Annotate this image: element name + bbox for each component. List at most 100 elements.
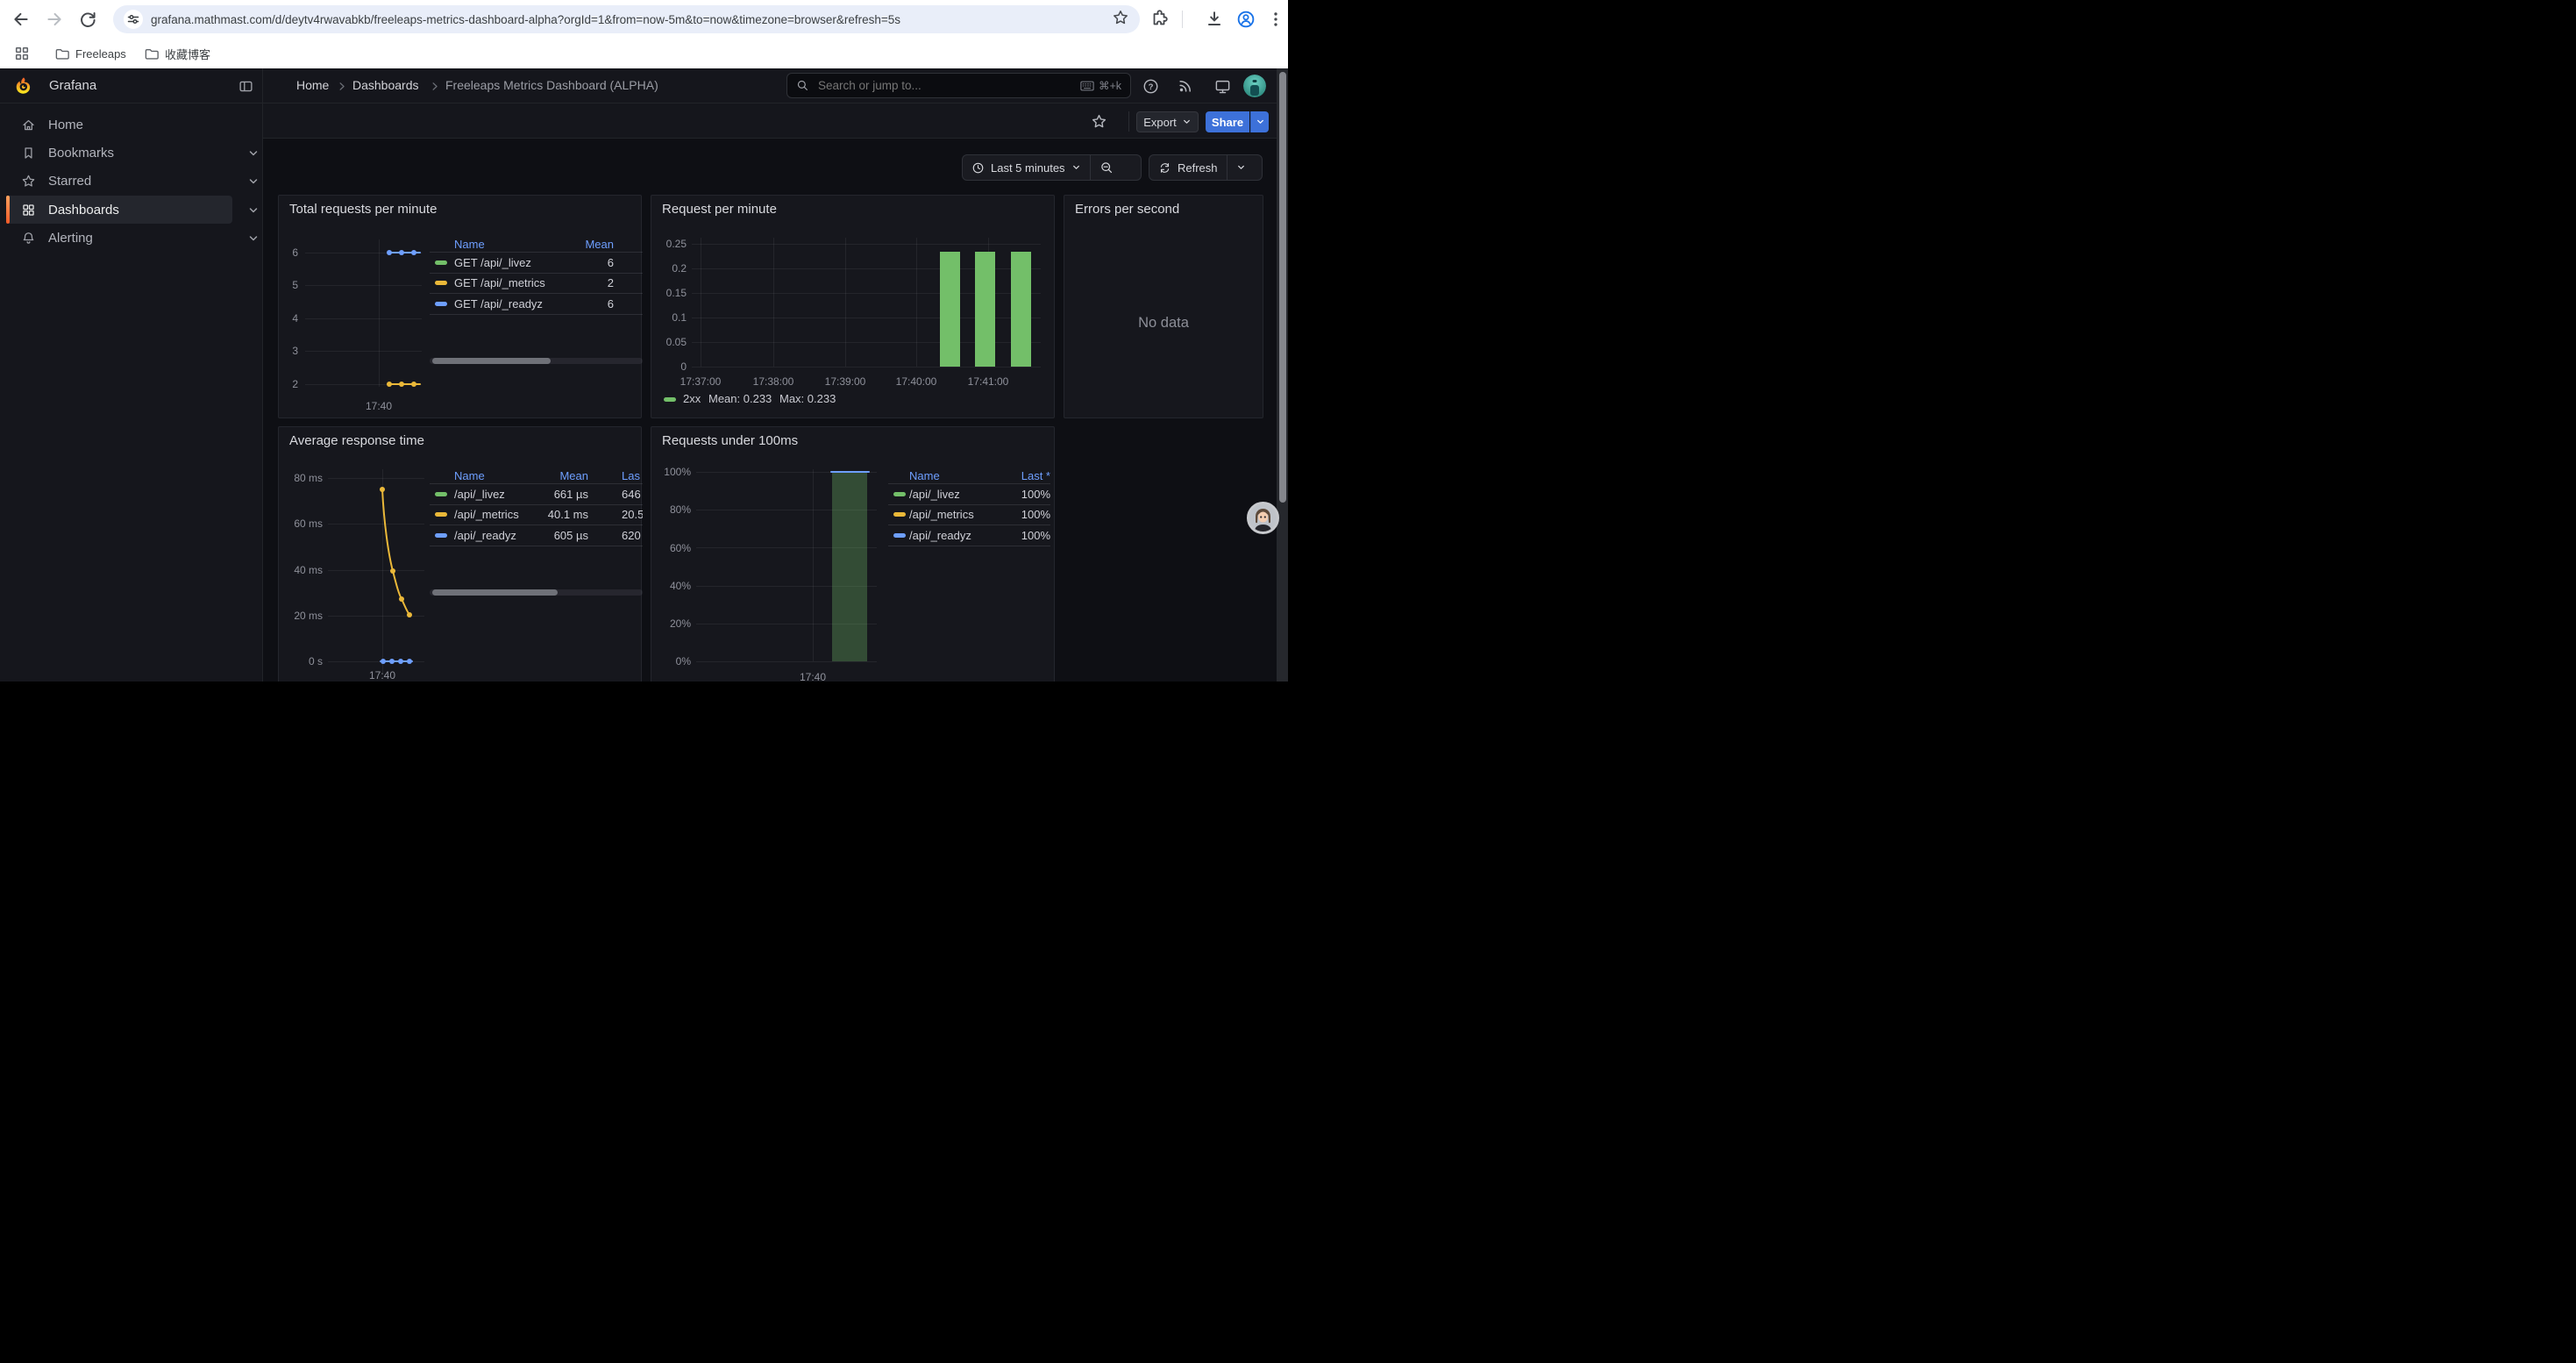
data-point	[407, 659, 412, 664]
bookmark-star-button[interactable]	[1112, 9, 1129, 31]
help-button[interactable]: ?	[1140, 75, 1161, 96]
sidebar-item-starred[interactable]: Starred	[6, 167, 232, 195]
series-color-pill	[664, 397, 676, 402]
legend-series-name[interactable]: /api/_readyz	[454, 529, 533, 542]
news-rss-button[interactable]	[1175, 75, 1196, 96]
legend-header-last[interactable]: Last *	[1001, 469, 1050, 482]
legend-scrollbar-thumb[interactable]	[432, 358, 551, 364]
data-point	[387, 250, 392, 255]
extensions-button[interactable]	[1149, 10, 1169, 29]
floating-assistant-avatar[interactable]	[1247, 502, 1279, 534]
panel-title[interactable]: Errors per second	[1075, 202, 1179, 217]
refresh-button[interactable]: Refresh	[1149, 155, 1227, 180]
user-avatar-image	[1243, 75, 1266, 97]
refresh-interval-button[interactable]	[1227, 155, 1255, 180]
downloads-button[interactable]	[1205, 10, 1224, 29]
y-tick: 5	[279, 279, 298, 291]
legend-series-name[interactable]: /api/_metrics	[454, 508, 533, 521]
back-icon	[11, 10, 31, 29]
sidebar-item-home[interactable]: Home	[6, 111, 232, 139]
share-menu-button[interactable]	[1250, 111, 1269, 132]
legend-table: Name Mean GET /api/_livez 6 GET /api/_me…	[430, 236, 643, 315]
sidebar-item-label: Dashboards	[48, 203, 119, 218]
chevron-down-icon[interactable]	[248, 234, 259, 243]
reload-button[interactable]	[78, 10, 97, 29]
display-mode-button[interactable]	[1212, 75, 1233, 96]
user-avatar[interactable]	[1243, 75, 1266, 97]
panel-requests-under-100ms: Requests under 100ms 100% 80% 60% 40% 20…	[651, 426, 1055, 682]
chevron-down-icon[interactable]	[248, 206, 259, 215]
legend-series-name[interactable]: 2xx	[683, 392, 701, 405]
breadcrumb-dashboards[interactable]: Dashboards	[352, 78, 419, 92]
zoom-out-button[interactable]	[1090, 155, 1122, 180]
series-color-pill	[893, 492, 906, 496]
search-box[interactable]: ⌘+k	[786, 73, 1131, 98]
y-tick: 0.15	[651, 287, 687, 299]
time-range-picker[interactable]: Last 5 minutes	[963, 155, 1090, 180]
sidebar-item-bookmarks[interactable]: Bookmarks	[6, 139, 232, 167]
legend-series-name[interactable]: /api/_readyz	[909, 529, 1001, 542]
gridline	[845, 238, 846, 367]
bookmark-folder-blogs[interactable]: 收藏博客	[139, 42, 216, 65]
legend-scrollbar-thumb[interactable]	[432, 589, 558, 596]
bookmark-icon	[21, 146, 36, 161]
chevron-down-icon	[1182, 118, 1192, 125]
star-icon	[1112, 9, 1129, 26]
data-point	[411, 382, 416, 387]
sidebar-item-label: Bookmarks	[48, 146, 114, 161]
forward-button[interactable]	[45, 10, 64, 29]
chevron-down-icon[interactable]	[248, 149, 259, 158]
browser-menu-button[interactable]	[1266, 10, 1285, 29]
legend-table: Name Last * /api/_livez 100% /api/_metri…	[888, 467, 1050, 546]
dock-sidebar-icon[interactable]	[238, 79, 253, 94]
legend-header-last[interactable]: Las	[588, 469, 643, 482]
legend-series-name[interactable]: /api/_metrics	[909, 508, 1001, 521]
series-color-pill	[435, 533, 447, 538]
data-point	[387, 382, 392, 387]
panel-title[interactable]: Average response time	[289, 433, 424, 448]
panel-title[interactable]: Requests under 100ms	[662, 433, 798, 448]
legend-series-name[interactable]: /api/_livez	[909, 488, 1001, 501]
y-tick: 0.2	[651, 262, 687, 275]
panel-title[interactable]: Total requests per minute	[289, 202, 437, 217]
y-tick: 20 ms	[279, 610, 323, 622]
y-tick: 40%	[651, 580, 691, 592]
page-scrollbar-thumb[interactable]	[1279, 72, 1286, 503]
legend-header-mean[interactable]: Mean	[533, 469, 588, 482]
legend-header-mean[interactable]: Mean	[552, 238, 614, 251]
legend-header-name[interactable]: Name	[454, 469, 533, 482]
forward-icon	[45, 10, 64, 29]
legend-row: /api/_metrics 40.1 ms 20.5 m	[430, 505, 643, 526]
bookmark-label: 收藏博客	[165, 46, 210, 62]
bookmark-folder-freeleaps[interactable]: Freeleaps	[49, 42, 132, 65]
apps-grid-button[interactable]	[9, 42, 35, 65]
chevron-down-icon[interactable]	[248, 177, 259, 186]
page-scrollbar[interactable]	[1277, 68, 1288, 682]
star-dashboard-button[interactable]	[1088, 111, 1109, 132]
search-input[interactable]	[816, 78, 1080, 93]
site-info-button[interactable]	[124, 10, 143, 29]
gridline	[379, 239, 380, 387]
legend-series-name[interactable]: GET /api/_readyz	[454, 297, 552, 310]
no-data-message: No data	[1064, 315, 1263, 332]
back-button[interactable]	[11, 10, 31, 29]
y-tick: 80%	[651, 503, 691, 516]
legend-header-name[interactable]: Name	[454, 238, 552, 251]
bar-under-100ms	[832, 472, 867, 661]
folder-icon	[144, 46, 159, 61]
legend-value: 40.1 ms	[533, 508, 588, 521]
url-bar[interactable]: grafana.mathmast.com/d/deytv4rwavabkb/fr…	[113, 5, 1140, 33]
sidebar-item-alerting[interactable]: Alerting	[6, 224, 232, 252]
export-button[interactable]: Export	[1136, 111, 1199, 132]
profile-button[interactable]	[1236, 10, 1256, 29]
sidebar-item-dashboards[interactable]: Dashboards	[6, 196, 232, 224]
legend-header-name[interactable]: Name	[909, 469, 1001, 482]
breadcrumb-home[interactable]: Home	[296, 78, 329, 92]
legend-series-name[interactable]: /api/_livez	[454, 488, 533, 501]
legend-series-name[interactable]: GET /api/_metrics	[454, 276, 552, 289]
legend-series-name[interactable]: GET /api/_livez	[454, 256, 552, 269]
share-button[interactable]: Share	[1206, 111, 1249, 132]
clock-icon	[971, 161, 985, 175]
time-range-group: Last 5 minutes	[962, 154, 1142, 181]
panel-title[interactable]: Request per minute	[662, 202, 777, 217]
